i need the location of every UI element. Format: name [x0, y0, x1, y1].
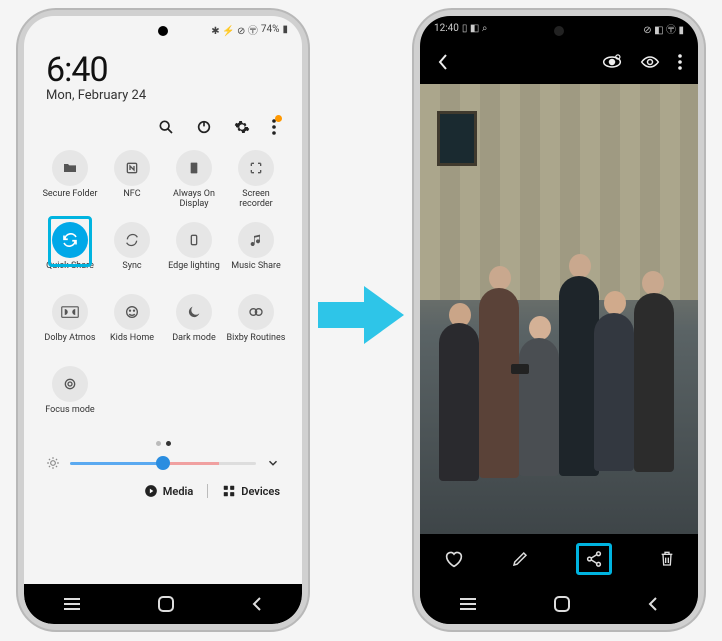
photo-window: [437, 111, 477, 166]
recents-button[interactable]: [458, 597, 478, 611]
home-button[interactable]: [157, 595, 175, 613]
tile-label: Secure Folder: [43, 190, 98, 210]
eye-icon[interactable]: [640, 55, 660, 69]
refresh-icon: [114, 222, 150, 258]
tile-label: Screen recorder: [226, 190, 286, 210]
chevron-down-icon[interactable]: [266, 456, 280, 470]
brightness-thumb[interactable]: [156, 456, 170, 470]
media-button[interactable]: Media: [144, 484, 194, 498]
status-right-icons: ⊘ ◧ 〶 ▮: [643, 21, 684, 36]
tile-screen-recorder[interactable]: Screen recorder: [226, 147, 286, 213]
quick-access-row: Media Devices: [24, 478, 302, 508]
devices-button[interactable]: Devices: [222, 484, 280, 498]
phone-in-hand: [511, 364, 529, 374]
gallery-bottom-bar: [420, 534, 698, 584]
tile-label: Edge lighting: [168, 262, 220, 282]
dolby-icon: [52, 294, 88, 330]
circles-icon: [238, 294, 274, 330]
more-icon[interactable]: [272, 119, 276, 135]
tile-label: Quick Share: [46, 262, 94, 282]
music-icon: [238, 222, 274, 258]
folder-icon: [52, 150, 88, 186]
tile-bixby-routines[interactable]: Bixby Routines: [226, 291, 286, 357]
photo-people-group: [434, 242, 684, 490]
tile-dolby-atmos[interactable]: Dolby Atmos: [40, 291, 100, 357]
capture-icon: [238, 150, 274, 186]
navigation-bar: [420, 584, 698, 624]
camera-notch: [554, 26, 564, 36]
quick-tiles-grid: Secure Folder NFC Always On Display Scre…: [24, 147, 302, 429]
page-indicator: [24, 429, 302, 452]
delete-button[interactable]: [659, 550, 675, 568]
nfc-icon: [114, 150, 150, 186]
page-dot: [156, 441, 161, 446]
tile-music-share[interactable]: Music Share: [226, 219, 286, 285]
brightness-icon: [46, 456, 60, 470]
tile-label: Dark mode: [172, 334, 216, 354]
tile-kids-home[interactable]: Kids Home: [102, 291, 162, 357]
status-left-icons: ▯ ◧ ⌕: [462, 23, 488, 34]
brightness-track[interactable]: [70, 462, 256, 465]
utility-row: [24, 113, 302, 147]
devices-label: Devices: [241, 485, 280, 498]
screen-quick-panel: ✱ ⚡ ⊘ 〶 74% ▮ 6:40 Mon, February 24: [24, 16, 302, 624]
media-label: Media: [163, 485, 194, 498]
status-time: 12:40: [434, 23, 459, 34]
search-icon[interactable]: [158, 119, 174, 135]
notification-dot: [275, 115, 282, 122]
battery-icon: ▮: [282, 24, 288, 35]
clock-time: 6:40: [46, 50, 280, 90]
back-icon[interactable]: [436, 53, 450, 71]
tile-nfc[interactable]: NFC: [102, 147, 162, 213]
status-icons: ✱ ⚡ ⊘ 〶: [211, 22, 258, 37]
favorite-button[interactable]: [444, 550, 464, 568]
tile-label: Music Share: [231, 262, 281, 282]
phone-mockup-right: 12:40 ▯ ◧ ⌕ ⊘ ◧ 〶 ▮: [414, 10, 704, 630]
battery-percent: 74%: [261, 24, 280, 35]
separator: [207, 484, 208, 498]
recents-button[interactable]: [62, 597, 82, 611]
bixby-vision-icon[interactable]: [602, 54, 622, 70]
more-icon[interactable]: [678, 54, 682, 70]
arrow-right-icon: [318, 280, 404, 350]
back-button[interactable]: [646, 596, 660, 612]
tile-always-on-display[interactable]: Always On Display: [164, 147, 224, 213]
photo-viewport[interactable]: [420, 84, 698, 534]
tile-label: NFC: [123, 190, 140, 210]
tile-label: Bixby Routines: [227, 334, 286, 354]
phone-mockup-left: ✱ ⚡ ⊘ 〶 74% ▮ 6:40 Mon, February 24: [18, 10, 308, 630]
brightness-slider[interactable]: [24, 452, 302, 478]
target-icon: [52, 366, 88, 402]
screen-gallery-viewer: 12:40 ▯ ◧ ⌕ ⊘ ◧ 〶 ▮: [420, 16, 698, 624]
tile-quick-share[interactable]: Quick Share: [40, 219, 100, 285]
navigation-bar: [24, 584, 302, 624]
share-sync-icon: [52, 222, 88, 258]
smile-icon: [114, 294, 150, 330]
tile-sync[interactable]: Sync: [102, 219, 162, 285]
doc-icon: [176, 150, 212, 186]
tile-label: Dolby Atmos: [44, 334, 95, 354]
camera-notch: [158, 26, 168, 36]
share-button[interactable]: [576, 543, 612, 575]
power-icon[interactable]: [196, 119, 212, 135]
tile-label: Focus mode: [45, 406, 94, 426]
settings-icon[interactable]: [234, 119, 250, 135]
tile-dark-mode[interactable]: Dark mode: [164, 291, 224, 357]
tile-edge-lighting[interactable]: Edge lighting: [164, 219, 224, 285]
status-left: 12:40 ▯ ◧ ⌕: [434, 23, 487, 34]
home-button[interactable]: [553, 595, 571, 613]
tile-secure-folder[interactable]: Secure Folder: [40, 147, 100, 213]
gallery-top-bar: [420, 40, 698, 84]
edge-icon: [176, 222, 212, 258]
clock-block: 6:40 Mon, February 24: [24, 42, 302, 113]
back-button[interactable]: [250, 596, 264, 612]
edit-button[interactable]: [511, 550, 529, 568]
tile-label: Kids Home: [110, 334, 154, 354]
tile-label: Sync: [122, 262, 141, 282]
moon-icon: [176, 294, 212, 330]
page-dot-active: [166, 441, 171, 446]
tile-label: Always On Display: [164, 190, 224, 210]
clock-date: Mon, February 24: [46, 88, 280, 103]
tile-focus-mode[interactable]: Focus mode: [40, 363, 100, 429]
